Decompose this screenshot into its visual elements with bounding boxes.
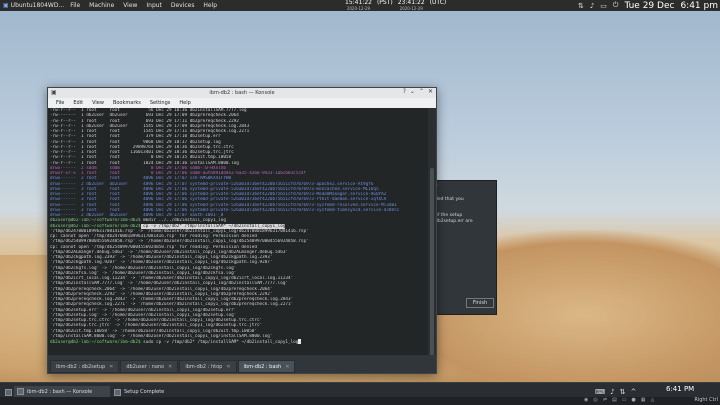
setup-icon [114,388,121,396]
tab-db2setup[interactable]: ibm-db2 : db2setup ✕ [50,360,120,373]
display-icon[interactable]: ▭ [622,397,627,403]
host-time[interactable]: 6:41 pm [680,1,718,11]
launcher-icon [5,388,12,396]
volume-icon[interactable]: ♪ [590,2,594,10]
menu-bookmarks[interactable]: Bookmarks [113,100,141,106]
host-top-right-panel: ⇅ ♪ ▭ ⏻ Tue 29 Dec 6:41 pm [571,0,718,11]
host-date[interactable]: Tue 29 Dec [624,1,674,11]
record-icon[interactable]: ● [631,397,635,403]
window-title: ibm-db2 : bash — Konsole [209,90,275,96]
volume-icon[interactable]: ♪ [610,388,614,396]
terminal-output[interactable]: -rw-r--r-- 1 root root 56 Dec 29 18:36 d… [50,108,428,355]
local-zone: (PST) [376,0,393,6]
close-tab-icon[interactable]: ✕ [226,364,230,370]
menu-file[interactable]: File [56,100,64,106]
network-icon[interactable]: ⇅ [620,388,626,396]
host-status-icons: ◉ ◎ ⇌ ▤ ▭ ● ▦ ◬ [584,397,654,403]
host-menu-devices[interactable]: Devices [171,2,195,9]
keyboard-icon[interactable]: ⌨ [595,388,605,396]
konsole-tabbar: ibm-db2 : db2setup ✕ db2user : nano ✕ ibm-… [48,355,436,373]
setup-complete-dialog: y ded that you of the setup db2setup.err… [431,180,497,315]
mouse-icon[interactable]: ◬ [651,397,655,403]
cpu-icon[interactable]: ▦ [641,397,646,403]
host-menu-file[interactable]: File [70,2,80,9]
shared-folder-icon[interactable]: ▤ [612,397,617,403]
menu-help[interactable]: Help [179,100,190,106]
local-time: 15:41:22 2020-12-29 [345,0,372,11]
host-menu-view[interactable]: View [123,2,137,9]
konsole-app-icon: ▣ [51,89,57,96]
tab-htop[interactable]: ibm-db2 : htop ✕ [179,360,237,373]
help-icon[interactable]: ? [403,88,406,95]
tab-bash[interactable]: ibm-db2 : bash ✕ [237,360,296,373]
finish-button[interactable]: Finish [466,298,494,308]
terminal-line: drwx------ 2 db2user db2user 4096 Dec 29… [50,181,374,187]
dialog-text-line: db2setup.err are [435,219,473,224]
vm-icon: ▣ [3,2,9,9]
host-menu-machine[interactable]: Machine [89,2,114,9]
scrollbar-thumb[interactable] [430,168,434,368]
close-tab-icon[interactable]: ✕ [285,364,289,370]
close-tab-icon[interactable]: ✕ [109,364,113,370]
host-menu-input[interactable]: Input [146,2,162,9]
konsole-window: ▣ ibm-db2 : bash — Konsole ? ⌄ ⌃ ✕ File … [47,87,437,374]
host-menu-help[interactable]: Help [203,2,217,9]
maximize-icon[interactable]: ⌃ [419,88,424,95]
terminal-line: db2user@db2-lab:~/software/ibm-db2$ sudo… [50,339,428,344]
menu-view[interactable]: View [92,100,104,106]
power-icon[interactable]: ⏻ [613,1,619,10]
tab-nano[interactable]: db2user : nano ✕ [120,360,179,373]
host-key-label: Right Ctrl [694,397,718,403]
host-status-bar: ◉ ◎ ⇌ ▤ ▭ ● ▦ ◬ Right Ctrl [0,397,720,405]
vm-title: Ubuntu1804WD... [10,2,65,9]
utc-zone: (UTC) [429,0,447,6]
taskbar-clock[interactable]: 6:41 PM [666,385,694,393]
host-time-stats: 15:41:22 2020-12-29 (PST) 23:41:22 2020-12… [345,0,446,11]
battery-icon[interactable]: ▭ [600,2,607,10]
terminal-cursor [298,339,302,344]
optical-icon[interactable]: ◎ [593,397,597,403]
usb-icon[interactable]: ⇌ [603,397,607,403]
menu-settings[interactable]: Settings [150,100,171,106]
close-tab-icon[interactable]: ✕ [168,364,172,370]
dialog-text-line: ded that you [435,197,464,202]
terminal-scrollbar[interactable] [428,108,436,368]
expand-tray-icon[interactable]: ^ [630,388,636,396]
minimize-icon[interactable]: ⌄ [410,88,415,95]
disk-icon[interactable]: ◉ [584,397,588,403]
close-icon[interactable]: ✕ [428,88,433,95]
utc-time: 23:41:22 2020-12-29 [397,0,425,11]
konsole-menubar: File Edit View Bookmarks Settings Help [48,98,436,108]
terminal-line: drwx------ 3 root root 4096 Dec 29 17:06… [50,197,387,203]
network-icon[interactable]: ⇅ [578,2,584,10]
konsole-icon [17,388,24,395]
menu-edit[interactable]: Edit [73,100,83,106]
terminal-line: drwx------ 3 root root 4096 Dec 29 17:06… [50,202,397,208]
window-titlebar[interactable]: ▣ ibm-db2 : bash — Konsole ? ⌄ ⌃ ✕ [48,88,436,98]
